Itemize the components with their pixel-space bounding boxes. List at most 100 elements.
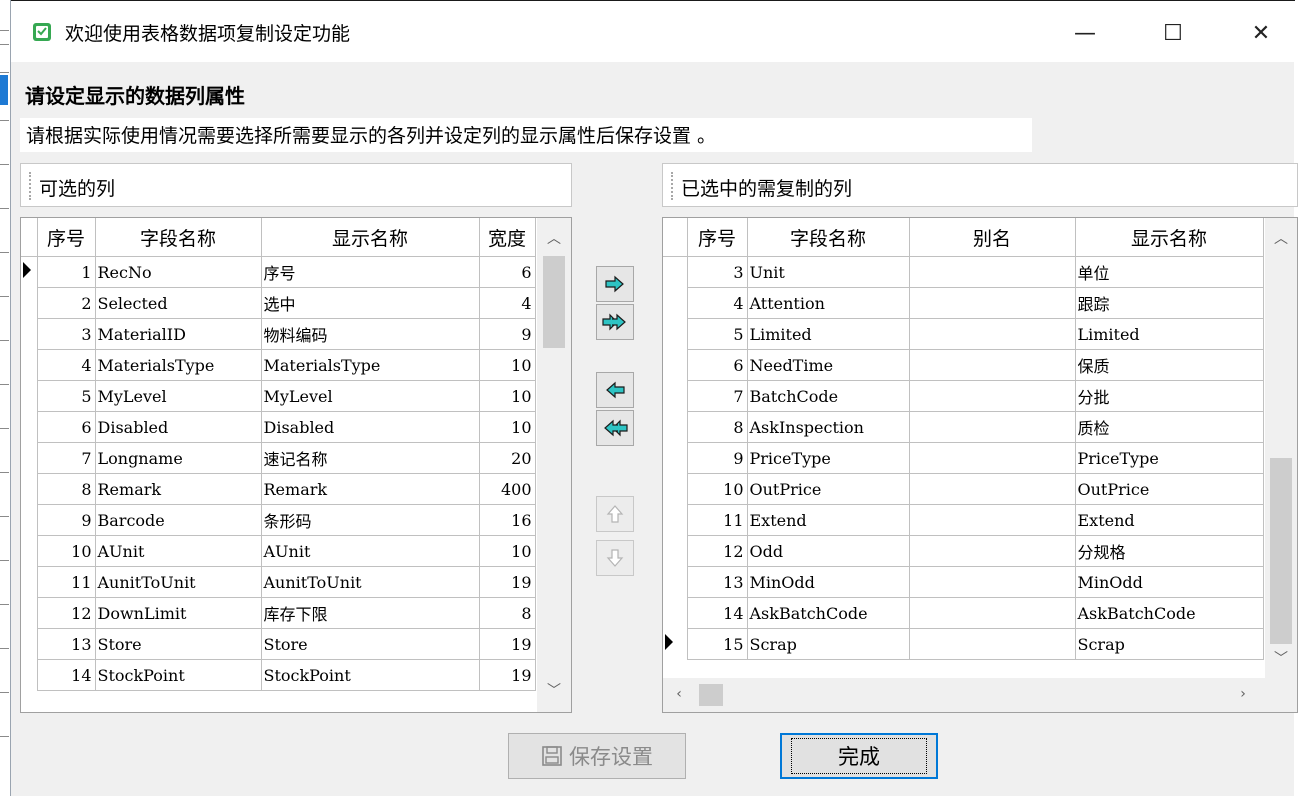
cell-alias[interactable] [909, 256, 1076, 288]
cell-no[interactable]: 13 [687, 566, 748, 598]
column-header-width[interactable]: 宽度 [479, 218, 536, 257]
cell-no[interactable]: 7 [687, 380, 748, 412]
cell-width[interactable]: 19 [479, 628, 536, 660]
table-row[interactable]: 4 Attention 跟踪 [663, 287, 1264, 319]
scroll-up-icon[interactable]: ︿ [1271, 228, 1291, 248]
cell-no[interactable]: 10 [687, 473, 748, 505]
cell-display[interactable]: 条形码 [261, 504, 480, 536]
scroll-down-icon[interactable]: ﹀ [1271, 648, 1291, 668]
cell-width[interactable]: 20 [479, 442, 536, 474]
done-button[interactable]: 完成 [780, 733, 938, 779]
cell-no[interactable]: 1 [37, 256, 96, 288]
table-row[interactable]: 4 MaterialsType MaterialsType 10 [21, 349, 536, 381]
cell-field[interactable]: Remark [95, 473, 262, 505]
cell-alias[interactable] [909, 566, 1076, 598]
available-columns-grid[interactable]: 序号 字段名称 显示名称 宽度 1 RecNo 序号 6 2 Selected 选中 4 3 Ma… [20, 217, 572, 713]
cell-display[interactable]: AUnit [261, 535, 480, 567]
scroll-down-icon[interactable]: ﹀ [544, 680, 564, 700]
cell-no[interactable]: 2 [37, 287, 96, 319]
column-header-no[interactable]: 序号 [37, 218, 96, 257]
column-header-alias[interactable]: 别名 [909, 218, 1076, 257]
scroll-left-icon[interactable]: ‹ [669, 686, 689, 702]
cell-no[interactable]: 11 [37, 566, 96, 598]
cell-field[interactable]: AskBatchCode [747, 597, 910, 629]
cell-display[interactable]: Limited [1075, 318, 1264, 350]
cell-width[interactable]: 16 [479, 504, 536, 536]
cell-alias[interactable] [909, 411, 1076, 443]
cell-display[interactable]: 分批 [1075, 380, 1264, 412]
table-row[interactable]: 6 NeedTime 保质 [663, 349, 1264, 381]
table-row[interactable]: 12 DownLimit 库存下限 8 [21, 597, 536, 629]
cell-width[interactable]: 9 [479, 318, 536, 350]
cell-display[interactable]: AunitToUnit [261, 566, 480, 598]
table-row[interactable]: 3 MaterialID 物料编码 9 [21, 318, 536, 350]
table-row[interactable]: 2 Selected 选中 4 [21, 287, 536, 319]
save-settings-button[interactable]: 保存设置 [508, 733, 686, 779]
cell-width[interactable]: 10 [479, 411, 536, 443]
cell-width[interactable]: 6 [479, 256, 536, 288]
left-vertical-scrollbar[interactable]: ︿ ﹀ [537, 218, 571, 712]
cell-alias[interactable] [909, 628, 1076, 660]
cell-display[interactable]: 序号 [261, 256, 480, 288]
cell-display[interactable]: 单位 [1075, 256, 1264, 288]
cell-alias[interactable] [909, 535, 1076, 567]
column-header-field[interactable]: 字段名称 [95, 218, 262, 257]
column-header-display[interactable]: 显示名称 [261, 218, 480, 257]
cell-field[interactable]: RecNo [95, 256, 262, 288]
cell-no[interactable]: 14 [687, 597, 748, 629]
table-row[interactable]: 7 BatchCode 分批 [663, 380, 1264, 412]
cell-width[interactable]: 19 [479, 659, 536, 691]
close-button[interactable]: ✕ [1233, 11, 1289, 55]
table-row[interactable]: 14 StockPoint StockPoint 19 [21, 659, 536, 691]
cell-no[interactable]: 15 [687, 628, 748, 660]
right-horizontal-scrollbar[interactable]: ‹ › [663, 678, 1297, 712]
cell-no[interactable]: 11 [687, 504, 748, 536]
cell-no[interactable]: 6 [687, 349, 748, 381]
cell-no[interactable]: 5 [37, 380, 96, 412]
scroll-up-icon[interactable]: ︿ [544, 228, 564, 248]
cell-width[interactable]: 400 [479, 473, 536, 505]
cell-display[interactable]: 库存下限 [261, 597, 480, 629]
cell-no[interactable]: 12 [687, 535, 748, 567]
cell-no[interactable]: 3 [37, 318, 96, 350]
cell-display[interactable]: 选中 [261, 287, 480, 319]
column-header-field[interactable]: 字段名称 [747, 218, 910, 257]
cell-display[interactable]: 物料编码 [261, 318, 480, 350]
cell-field[interactable]: Store [95, 628, 262, 660]
scroll-thumb[interactable] [543, 256, 565, 348]
cell-width[interactable]: 10 [479, 349, 536, 381]
cell-display[interactable]: StockPoint [261, 659, 480, 691]
cell-field[interactable]: OutPrice [747, 473, 910, 505]
column-header-display[interactable]: 显示名称 [1075, 218, 1264, 257]
cell-no[interactable]: 3 [687, 256, 748, 288]
cell-alias[interactable] [909, 380, 1076, 412]
cell-display[interactable]: MaterialsType [261, 349, 480, 381]
cell-alias[interactable] [909, 473, 1076, 505]
table-row[interactable]: 12 Odd 分规格 [663, 535, 1264, 567]
cell-no[interactable]: 4 [37, 349, 96, 381]
cell-field[interactable]: PriceType [747, 442, 910, 474]
move-right-button[interactable] [596, 266, 634, 302]
table-row[interactable]: 8 AskInspection 质检 [663, 411, 1264, 443]
cell-no[interactable]: 4 [687, 287, 748, 319]
cell-field[interactable]: MaterialsType [95, 349, 262, 381]
cell-display[interactable]: 分规格 [1075, 535, 1264, 567]
table-row[interactable]: 9 PriceType PriceType [663, 442, 1264, 474]
cell-no[interactable]: 9 [687, 442, 748, 474]
cell-alias[interactable] [909, 287, 1076, 319]
cell-field[interactable]: Unit [747, 256, 910, 288]
cell-width[interactable]: 10 [479, 535, 536, 567]
selected-columns-grid[interactable]: 序号 字段名称 别名 显示名称 3 Unit 单位 4 Attention 跟踪 5 Limi… [662, 217, 1298, 713]
cell-display[interactable]: Remark [261, 473, 480, 505]
table-row[interactable]: 11 Extend Extend [663, 504, 1264, 536]
table-row[interactable]: 14 AskBatchCode AskBatchCode [663, 597, 1264, 629]
cell-width[interactable]: 19 [479, 566, 536, 598]
cell-field[interactable]: Longname [95, 442, 262, 474]
cell-display[interactable]: Scrap [1075, 628, 1264, 660]
cell-field[interactable]: Attention [747, 287, 910, 319]
cell-alias[interactable] [909, 318, 1076, 350]
cell-field[interactable]: Odd [747, 535, 910, 567]
cell-display[interactable]: 质检 [1075, 411, 1264, 443]
table-row[interactable]: 7 Longname 速记名称 20 [21, 442, 536, 474]
cell-display[interactable]: Extend [1075, 504, 1264, 536]
